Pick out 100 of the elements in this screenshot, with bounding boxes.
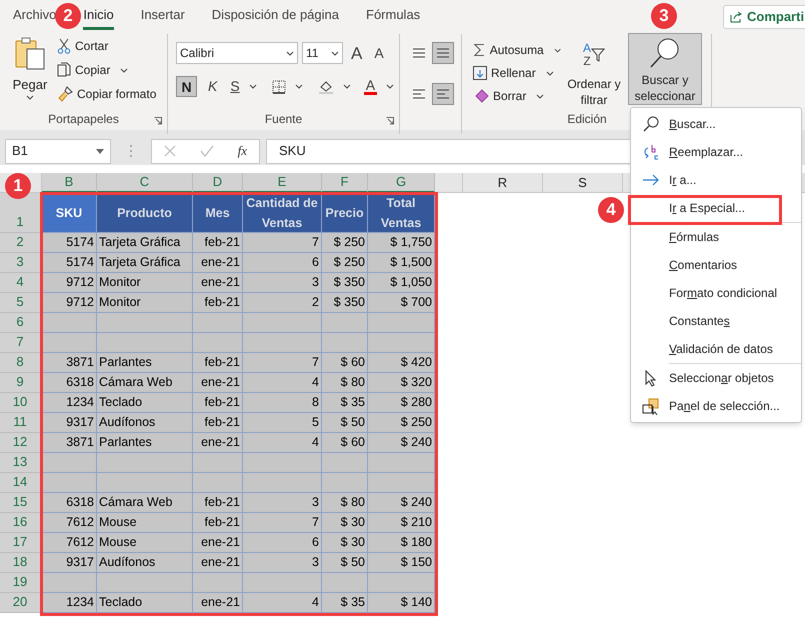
font-size-field[interactable]: 11 <box>302 42 343 64</box>
caret-icon <box>248 84 257 89</box>
row-header[interactable]: 9 <box>0 373 42 393</box>
table-cell: $ 150 <box>368 553 435 573</box>
autosum-button[interactable]: Autosuma <box>472 40 562 60</box>
table-cell: $ 700 <box>368 293 435 313</box>
menu-item[interactable]: Validación de datos <box>669 340 773 358</box>
table-cell: Monitor <box>97 273 193 293</box>
menu-item[interactable]: Fórmulas <box>669 228 720 246</box>
align-button[interactable] <box>432 42 454 64</box>
share-button[interactable]: Comparti <box>723 5 805 29</box>
row-header[interactable]: 12 <box>0 433 42 453</box>
menu-item[interactable]: Constantes <box>669 312 730 330</box>
name-box[interactable]: B1 <box>5 138 111 164</box>
row-header[interactable]: 11 <box>0 413 42 433</box>
scissors-icon <box>57 38 71 54</box>
column-header[interactable]: C <box>97 173 193 193</box>
table-cell: Cámara Web <box>97 493 193 513</box>
table-cell: 3871 <box>42 353 97 373</box>
row-header[interactable]: 10 <box>0 393 42 413</box>
menu-item[interactable]: Comentarios <box>669 256 738 274</box>
table-cell: $ 60 <box>322 433 368 453</box>
column-header[interactable]: F <box>322 173 368 193</box>
row-header[interactable]: 8 <box>0 353 42 373</box>
ribbon-tab[interactable]: Insertar <box>140 0 185 30</box>
row-header[interactable]: 5 <box>0 293 42 313</box>
replace-icon <box>642 144 658 160</box>
column-header[interactable]: D <box>193 173 243 193</box>
menu-item[interactable]: Ir a Especial... <box>669 199 746 217</box>
decrease-font-button[interactable]: A <box>374 46 384 60</box>
row-header[interactable]: 17 <box>0 533 42 553</box>
menu-item[interactable]: Buscar... <box>669 115 716 133</box>
underline-button[interactable]: S <box>230 76 240 97</box>
paste-button[interactable]: Pegar <box>8 36 52 112</box>
fill-button[interactable]: Rellenar <box>472 63 562 83</box>
font-name-field[interactable]: Calibri <box>176 42 298 64</box>
bold-button[interactable]: N <box>176 76 197 97</box>
check-icon <box>200 145 214 157</box>
row-header[interactable]: 14 <box>0 473 42 493</box>
table-header-cell: Producto <box>97 193 193 233</box>
table-cell: 2 <box>243 293 322 313</box>
italic-button[interactable]: K <box>208 76 218 97</box>
menu-item[interactable]: Reemplazar... <box>669 143 744 161</box>
sort-filter-button[interactable]: A Z Ordenar y filtrar <box>564 34 624 112</box>
row-header[interactable]: 2 <box>0 233 42 253</box>
table-cell: feb-21 <box>193 353 243 373</box>
table-cell: $ 1,050 <box>368 273 435 293</box>
row-header[interactable]: 6 <box>0 313 42 333</box>
format-painter-button[interactable]: Copiar formato <box>56 84 158 104</box>
align-button[interactable] <box>432 83 454 105</box>
table-cell: $ 80 <box>322 493 368 513</box>
table-cell: $ 350 <box>322 293 368 313</box>
column-header[interactable]: R <box>463 173 543 193</box>
ribbon-tab[interactable]: Fórmulas <box>366 0 420 30</box>
table-cell: Cámara Web <box>97 373 193 393</box>
table-cell: 7 <box>243 233 322 253</box>
cut-button[interactable]: Cortar <box>56 36 158 56</box>
table-cell: Monitor <box>97 293 193 313</box>
eraser-icon <box>473 89 489 103</box>
table-cell: 9712 <box>42 273 97 293</box>
column-header[interactable]: S <box>543 173 623 193</box>
row-header[interactable]: 1 <box>0 193 42 233</box>
table-cell: ene-21 <box>193 533 243 553</box>
selection-pane-icon <box>642 398 658 414</box>
column-header[interactable]: E <box>243 173 322 193</box>
row-header[interactable]: 13 <box>0 453 42 473</box>
menu-item[interactable]: Seleccionar objetos <box>669 369 774 387</box>
ribbon-tab[interactable]: Archivo <box>13 0 56 30</box>
row-header[interactable]: 20 <box>0 593 42 613</box>
insert-function-button[interactable]: fx <box>238 141 248 161</box>
row-header[interactable]: 4 <box>0 273 42 293</box>
table-cell: Parlantes <box>97 353 193 373</box>
table-cell: 3871 <box>42 433 97 453</box>
menu-item[interactable]: Panel de selección... <box>669 397 780 415</box>
increase-font-button[interactable]: A <box>351 44 362 62</box>
menu-item[interactable]: Formato condicional <box>669 284 778 302</box>
row-header[interactable]: 19 <box>0 573 42 593</box>
column-header[interactable]: B <box>42 173 97 193</box>
row-header[interactable]: 7 <box>0 333 42 353</box>
table-cell: 1234 <box>42 593 97 613</box>
row-header[interactable]: 16 <box>0 513 42 533</box>
table-cell: 6318 <box>42 493 97 513</box>
column-header[interactable]: G <box>368 173 435 193</box>
find-select-button[interactable]: Buscar y seleccionar <box>628 33 702 105</box>
font-color-button[interactable]: A <box>364 78 378 95</box>
row-header[interactable]: 3 <box>0 253 42 273</box>
row-header[interactable]: 15 <box>0 493 42 513</box>
ribbon-tab[interactable]: Disposición de página <box>212 0 339 30</box>
table-cell: Audífonos <box>97 413 193 433</box>
table-cell: Teclado <box>97 393 193 413</box>
table-cell: 7 <box>243 513 322 533</box>
table-cell: $ 240 <box>368 493 435 513</box>
table-cell: ene-21 <box>193 593 243 613</box>
copy-button[interactable]: Copiar <box>56 60 158 80</box>
clear-button[interactable]: Borrar <box>472 86 562 106</box>
table-cell: $ 30 <box>322 513 368 533</box>
menu-item[interactable]: Ir a... <box>669 171 696 189</box>
dialog-launcher-icon <box>386 117 394 125</box>
table-cell: feb-21 <box>193 513 243 533</box>
row-header[interactable]: 18 <box>0 553 42 573</box>
